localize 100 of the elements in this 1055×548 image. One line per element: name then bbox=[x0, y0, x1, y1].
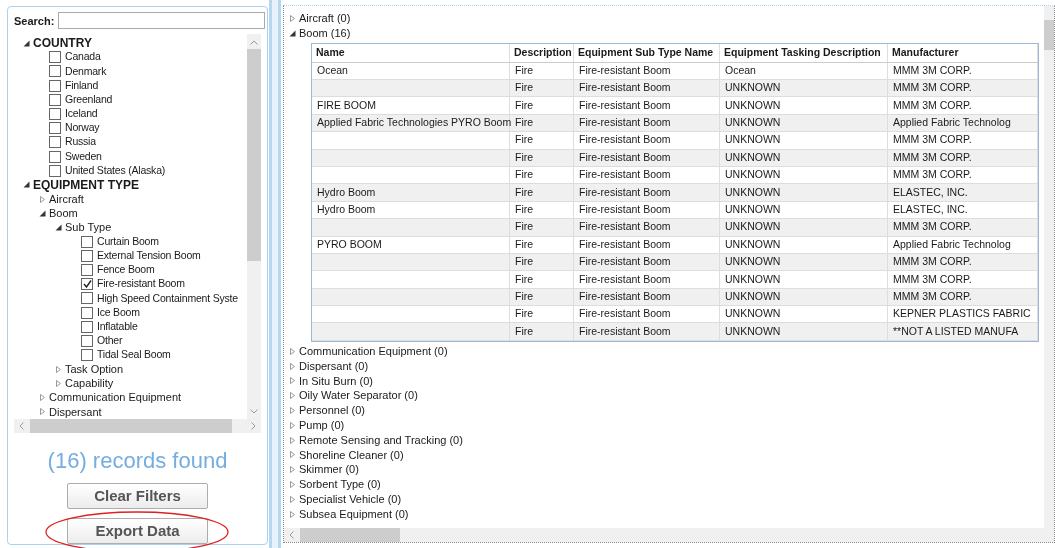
checkbox[interactable] bbox=[81, 320, 93, 333]
group-item[interactable]: Oily Water Separator (0) bbox=[299, 387, 418, 404]
checkbox-label[interactable]: Sweden bbox=[65, 148, 102, 165]
collapsed-triangle-icon[interactable] bbox=[289, 495, 296, 503]
checkbox-label[interactable]: Iceland bbox=[65, 106, 98, 122]
group-item[interactable]: Aircraft (0) bbox=[299, 10, 351, 27]
checkbox[interactable] bbox=[49, 51, 61, 64]
group-item[interactable]: Subsea Equipment (0) bbox=[299, 505, 409, 523]
checkbox[interactable] bbox=[49, 93, 61, 106]
collapsed-triangle-icon[interactable] bbox=[289, 392, 296, 400]
group-item[interactable]: Shoreline Cleaner (0) bbox=[299, 446, 404, 464]
collapsed-triangle-icon[interactable] bbox=[289, 436, 296, 444]
checkbox[interactable] bbox=[49, 136, 61, 149]
scrollbar-thumb[interactable] bbox=[247, 48, 261, 261]
group-item[interactable]: Skimmer (0) bbox=[299, 461, 359, 478]
checkbox-label[interactable]: Other bbox=[97, 333, 123, 349]
column-header[interactable]: Name bbox=[312, 43, 510, 62]
vertical-scrollbar[interactable] bbox=[1044, 6, 1054, 528]
expanded-triangle-icon[interactable] bbox=[39, 209, 46, 217]
collapsed-triangle-icon[interactable] bbox=[39, 408, 46, 416]
tree-item[interactable]: Dispersant bbox=[49, 403, 102, 419]
collapsed-triangle-icon[interactable] bbox=[289, 466, 296, 474]
tree-item[interactable]: Boom bbox=[49, 205, 78, 222]
group-item[interactable]: In Situ Burn (0) bbox=[299, 372, 373, 390]
group-item[interactable]: Sorbent Type (0) bbox=[299, 476, 381, 493]
collapsed-triangle-icon[interactable] bbox=[289, 406, 296, 414]
checkbox-label[interactable]: High Speed Containment Syste bbox=[97, 290, 238, 307]
group-item[interactable]: Remote Sensing and Tracking (0) bbox=[299, 431, 463, 449]
group-item[interactable]: Personnel (0) bbox=[299, 402, 366, 419]
column-header[interactable]: Equipment Tasking Description bbox=[720, 43, 888, 62]
collapsed-triangle-icon[interactable] bbox=[289, 14, 296, 22]
checkbox[interactable] bbox=[81, 235, 93, 248]
collapsed-triangle-icon[interactable] bbox=[289, 480, 296, 488]
action-button[interactable]: Clear Filters bbox=[67, 483, 208, 509]
collapsed-triangle-icon[interactable] bbox=[289, 510, 296, 518]
scrollbar-thumb[interactable] bbox=[300, 528, 400, 542]
scroll-up-icon[interactable] bbox=[250, 39, 258, 45]
group-item[interactable]: Specialist Vehicle (0) bbox=[299, 490, 402, 508]
table-cell-text: Fire-resistant Boom bbox=[579, 62, 671, 78]
action-button[interactable]: Export Data bbox=[67, 518, 208, 544]
scroll-left-icon[interactable] bbox=[289, 531, 294, 539]
checkbox-label[interactable]: Curtain Boom bbox=[97, 233, 159, 250]
checkbox[interactable] bbox=[49, 79, 61, 92]
expanded-triangle-icon[interactable] bbox=[55, 223, 62, 231]
checkbox[interactable] bbox=[81, 306, 93, 319]
checkbox[interactable] bbox=[49, 107, 61, 120]
collapsed-triangle-icon[interactable] bbox=[55, 365, 62, 373]
checkbox-label[interactable]: Ice Boom bbox=[97, 304, 140, 321]
expanded-triangle-icon[interactable] bbox=[23, 181, 30, 189]
scroll-down-icon[interactable] bbox=[250, 409, 258, 414]
checkbox-label[interactable]: External Tension Boom bbox=[97, 247, 201, 264]
checkbox-label[interactable]: Greenland bbox=[65, 91, 113, 108]
vertical-scrollbar[interactable] bbox=[247, 33, 261, 419]
checkbox-label[interactable]: Tidal Seal Boom bbox=[97, 347, 171, 364]
scroll-left-icon[interactable] bbox=[19, 422, 24, 430]
checkbox-label[interactable]: Inflatable bbox=[97, 318, 138, 335]
expanded-triangle-icon[interactable] bbox=[23, 39, 30, 47]
collapsed-triangle-icon[interactable] bbox=[289, 362, 296, 370]
checkbox[interactable] bbox=[49, 150, 61, 163]
checkbox-label[interactable]: Finland bbox=[65, 77, 99, 94]
column-header[interactable]: Description bbox=[510, 43, 574, 62]
column-header[interactable]: Manufacturer bbox=[888, 43, 1038, 62]
tree-item[interactable]: Sub Type bbox=[65, 219, 112, 236]
collapsed-triangle-icon[interactable] bbox=[55, 380, 62, 388]
scroll-right-icon[interactable] bbox=[251, 422, 256, 430]
checkbox[interactable] bbox=[81, 349, 93, 362]
collapsed-triangle-icon[interactable] bbox=[289, 347, 296, 355]
group-item[interactable]: Dispersant (0) bbox=[299, 357, 369, 375]
table-cell: UNKNOWN bbox=[725, 202, 781, 218]
horizontal-scrollbar[interactable] bbox=[284, 528, 1054, 542]
checkbox-label[interactable]: Fence Boom bbox=[97, 262, 155, 278]
collapsed-triangle-icon[interactable] bbox=[39, 394, 46, 402]
checkbox[interactable] bbox=[81, 292, 93, 305]
scrollbar-thumb[interactable] bbox=[30, 419, 232, 433]
checkbox-label[interactable]: Norway bbox=[65, 120, 100, 137]
scrollbar-thumb[interactable] bbox=[1044, 20, 1054, 50]
group-item[interactable]: Pump (0) bbox=[299, 417, 345, 434]
collapsed-triangle-icon[interactable] bbox=[289, 451, 296, 459]
checkbox[interactable] bbox=[81, 278, 93, 291]
checkbox[interactable] bbox=[49, 164, 61, 177]
tree-item[interactable]: Capability bbox=[65, 375, 114, 392]
collapsed-triangle-icon[interactable] bbox=[39, 195, 46, 203]
checkbox[interactable] bbox=[49, 122, 61, 135]
checkbox-label[interactable]: Fire-resistant Boom bbox=[97, 276, 185, 293]
checkbox-label[interactable]: Russia bbox=[65, 134, 96, 151]
checkbox[interactable] bbox=[81, 249, 93, 262]
group-item[interactable]: Boom (16) bbox=[299, 24, 351, 42]
column-header[interactable]: Equipment Sub Type Name bbox=[574, 43, 720, 62]
checkbox[interactable] bbox=[81, 334, 93, 347]
search-field[interactable] bbox=[58, 12, 265, 30]
group-item[interactable]: Communication Equipment (0) bbox=[299, 343, 448, 360]
checkbox-label[interactable]: Denmark bbox=[65, 63, 107, 80]
horizontal-scrollbar[interactable] bbox=[14, 419, 261, 433]
checkbox[interactable] bbox=[49, 65, 61, 78]
collapsed-triangle-icon[interactable] bbox=[289, 377, 296, 385]
collapsed-triangle-icon[interactable] bbox=[289, 421, 296, 429]
tree-item[interactable]: Task Option bbox=[65, 361, 124, 378]
checkbox[interactable] bbox=[81, 264, 93, 277]
tree-item[interactable]: Communication Equipment bbox=[49, 389, 182, 406]
expanded-triangle-icon[interactable] bbox=[289, 29, 296, 37]
